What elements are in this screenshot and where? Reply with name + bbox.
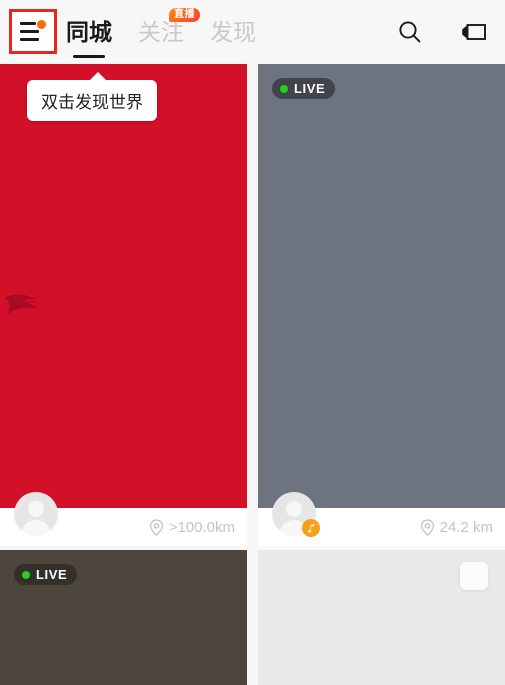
distance-label: >100.0km: [168, 518, 235, 536]
feed-card-footer: >100.0km: [0, 492, 247, 546]
avatar-head-icon: [286, 501, 302, 517]
tooltip-text: 双击发现世界: [41, 93, 143, 112]
live-label: LIVE: [294, 81, 326, 96]
menu-bar-1: [20, 22, 36, 25]
tab-bar: 同城 关注 直播 发现: [66, 0, 282, 64]
live-dot-icon: [22, 570, 30, 579]
location-pin-icon: [149, 518, 163, 536]
menu-button[interactable]: [9, 9, 57, 54]
bird-graphic-icon: [4, 294, 46, 315]
placeholder-square-icon: [460, 562, 488, 590]
app-header: 同城 关注 直播 发现: [0, 0, 505, 64]
live-dot-icon: [280, 84, 288, 93]
feed-card-bottom-right[interactable]: [258, 550, 505, 685]
feed-grid: >100.0km LIVE LIVE 24.2 km: [0, 64, 505, 685]
feed-card-thumbnail[interactable]: LIVE: [0, 550, 247, 685]
location-pin-icon: [420, 518, 434, 536]
feed-card-top-right[interactable]: LIVE 24.2 km: [258, 64, 505, 546]
distance-label: 24.2 km: [439, 518, 493, 536]
music-note-badge: [302, 519, 320, 537]
feed-card-thumbnail[interactable]: [258, 550, 505, 685]
avatar[interactable]: [14, 492, 58, 536]
live-badge: LIVE: [14, 564, 78, 585]
tab-guanzhu-label: 关注: [138, 19, 184, 45]
menu-bar-2: [20, 30, 39, 33]
tab-tongcheng-label: 同城: [66, 19, 112, 45]
search-icon: [399, 21, 421, 43]
header-actions: [395, 0, 489, 64]
double-tap-tooltip[interactable]: 双击发现世界: [27, 72, 157, 121]
active-tab-underline: [73, 55, 105, 58]
feed-column-left: >100.0km LIVE: [0, 64, 247, 685]
music-note-icon: [307, 523, 314, 533]
live-camera-button[interactable]: [459, 17, 489, 47]
feed-card-thumbnail[interactable]: LIVE: [258, 64, 505, 508]
feed-card-top-left[interactable]: >100.0km: [0, 64, 247, 546]
video-camera-icon: [462, 24, 486, 40]
distance-label-group: 24.2 km: [420, 519, 493, 536]
tab-guanzhu[interactable]: 关注 直播: [138, 0, 200, 64]
feed-card-thumbnail[interactable]: [0, 64, 247, 508]
live-label: LIVE: [36, 567, 68, 582]
tab-faxian-label: 发现: [210, 19, 256, 45]
notification-dot-icon: [37, 20, 46, 29]
tooltip-arrow-icon: [89, 72, 107, 81]
tab-faxian[interactable]: 发现: [210, 0, 256, 64]
feed-column-right: LIVE 24.2 km: [258, 64, 505, 685]
avatar-body-icon: [21, 520, 51, 536]
avatar-head-icon: [28, 501, 44, 517]
hamburger-menu-icon: [20, 20, 46, 41]
search-button[interactable]: [395, 17, 425, 47]
live-badge: LIVE: [272, 78, 336, 99]
app-root: 同城 关注 直播 发现 双击发现世界 >100.0km LIVE LIVE 24…: [0, 0, 505, 685]
tab-tongcheng[interactable]: 同城: [66, 0, 112, 64]
distance-label-group: >100.0km: [149, 519, 235, 536]
menu-bar-3: [20, 38, 39, 41]
feed-card-footer: 24.2 km: [258, 492, 505, 546]
feed-card-bottom-left[interactable]: LIVE: [0, 550, 247, 685]
tab-guanzhu-live-badge: 直播: [169, 8, 200, 22]
